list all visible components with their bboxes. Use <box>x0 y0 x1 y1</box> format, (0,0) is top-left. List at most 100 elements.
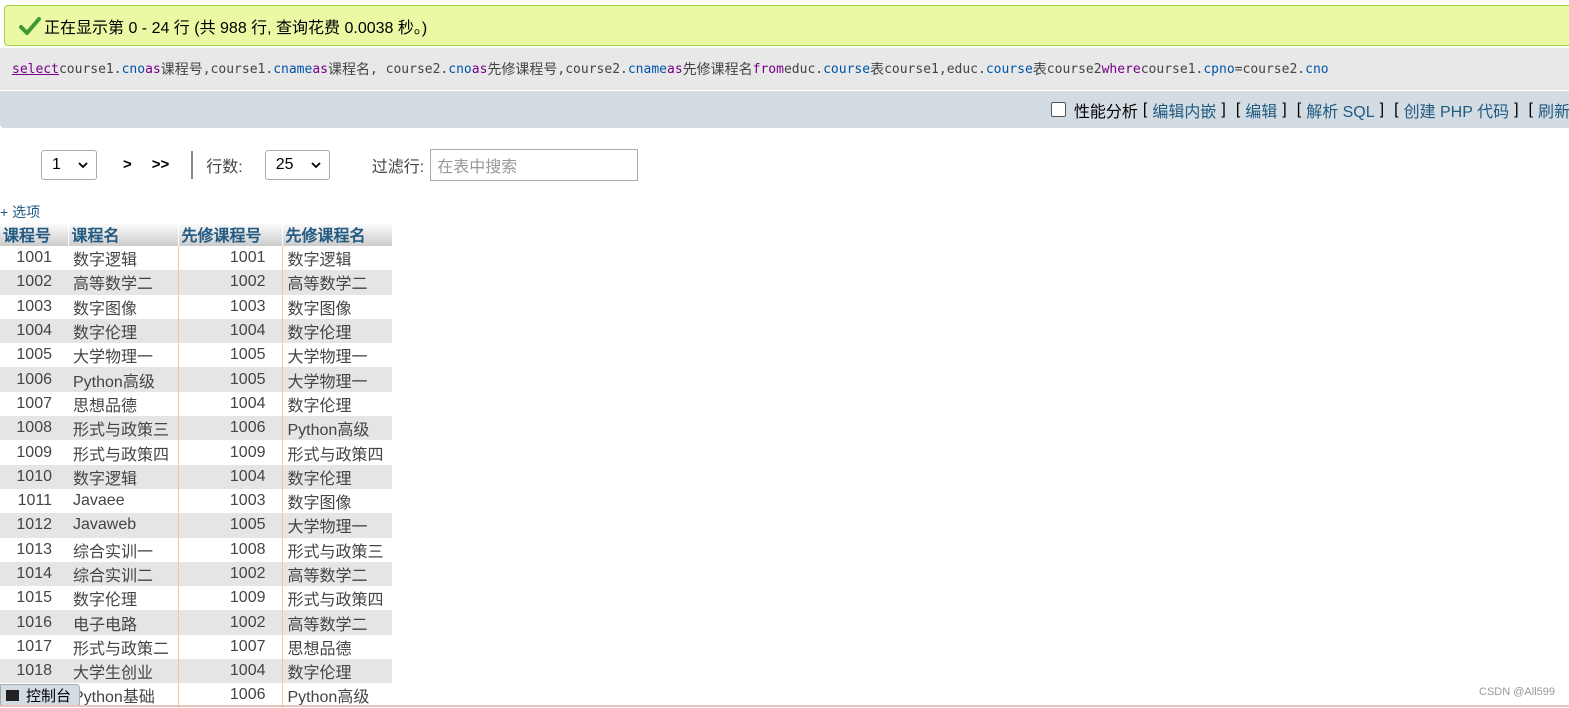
next-page-button[interactable]: > <box>123 156 132 173</box>
table-row[interactable]: 1003 数字图像 1003 数字图像 <box>0 294 392 319</box>
table-row[interactable]: 1012 Javaweb 1005 大学物理一 <box>0 513 392 538</box>
success-message-text: 正在显示第 0 - 24 行 (共 988 行, 查询花费 0.0038 秒。) <box>44 19 428 37</box>
bracket: ] <box>1514 100 1519 118</box>
sql-token: 表 <box>870 62 885 78</box>
table-row[interactable]: 1006 Python高级 1005 大学物理一 <box>0 367 392 392</box>
table-row[interactable]: 1015 数字伦理 1009 形式与政策四 <box>0 586 392 611</box>
cell-pre-cno: 1004 <box>178 464 282 489</box>
sql-token: as <box>145 61 161 77</box>
cell-pre-cno: 1003 <box>229 492 266 510</box>
cell-cno: 1004 <box>0 318 68 344</box>
cell-cname: 数字伦理 <box>68 586 179 611</box>
options-toggle-link[interactable]: + 选项 <box>0 202 40 222</box>
sql-token: course <box>823 61 871 77</box>
cell-cname: Javaee <box>68 488 179 514</box>
column-header-pre-cno[interactable]: 先修课程号 <box>178 222 283 246</box>
table-row[interactable]: 1004 数字伦理 1004 数字伦理 <box>0 318 392 344</box>
refresh-link[interactable]: 刷新 <box>1538 98 1569 122</box>
edit-inline-link[interactable]: 编辑内嵌 <box>1152 98 1216 122</box>
filter-label: 过滤行: <box>371 158 425 176</box>
sql-token: cno <box>448 61 472 77</box>
table-row[interactable]: 1011 Javaee 1003 数字图像 <box>0 488 392 514</box>
sql-token: cname <box>273 61 313 77</box>
last-page-button[interactable]: >> <box>152 156 170 173</box>
sql-token[interactable]: select <box>12 62 59 77</box>
table-row[interactable]: 1010 数字逻辑 1004 数字伦理 <box>0 464 392 489</box>
cell-pre-cno: 1002 <box>178 270 282 295</box>
sql-token: cno <box>121 61 146 77</box>
bracket: [ <box>1296 100 1302 118</box>
bracket: [ <box>1142 100 1148 118</box>
cell-cno: 1005 <box>16 346 52 364</box>
table-row[interactable]: 1014 综合实训二 1002 高等数学二 <box>0 561 392 587</box>
sql-token: 表 <box>1032 62 1047 78</box>
cell-pre-cno: 1003 <box>229 297 266 315</box>
filter-search-input[interactable]: 在表中搜索 <box>430 148 639 181</box>
rows-per-page-select[interactable]: 25 <box>264 149 330 180</box>
cell-pre-cname: 大学物理一 <box>281 343 392 368</box>
cell-pre-cname: 高等数学二 <box>281 561 392 587</box>
sql-token: ,course1. <box>202 61 274 77</box>
table-row[interactable]: 1007 思想品德 1004 数字伦理 <box>0 391 392 417</box>
cell-pre-cno: 1005 <box>178 367 282 392</box>
console-button[interactable]: 控制台 <box>0 684 80 707</box>
page-select[interactable]: 1 <box>41 149 97 180</box>
checkmark-icon <box>19 16 41 35</box>
rows-select-value: 25 <box>275 155 294 173</box>
table-row[interactable]: 1016 电子电路 1002 高等数学二 <box>0 610 392 635</box>
cell-cno: 1015 <box>16 589 52 607</box>
chevron-down-icon <box>311 161 321 168</box>
bracket: [ <box>1394 100 1399 118</box>
cell-pre-cno: 1005 <box>229 346 266 364</box>
column-header-cname[interactable]: 课程名 <box>68 222 179 246</box>
cell-cname: 形式与政策四 <box>68 440 179 465</box>
table-body: 1001 数字逻辑 1001 数字逻辑 1002 高等数学二 1002 高等数学二 1003 数字… <box>0 246 392 708</box>
create-php-link[interactable]: 创建 PHP 代码 <box>1404 98 1510 122</box>
sql-query-display[interactable]: select course1. cno as 课程号 ,course1. cname … <box>0 48 1569 90</box>
cell-pre-cname: Python高级 <box>281 416 392 441</box>
cell-cname: 综合实训二 <box>68 561 179 587</box>
sql-token: course1. <box>58 61 122 77</box>
cell-pre-cname: 思想品德 <box>281 634 392 660</box>
cell-cname: 电子电路 <box>68 610 179 635</box>
column-header-cno[interactable]: 课程号 <box>0 222 69 246</box>
cell-pre-cno: 1006 <box>178 416 282 441</box>
profiling-checkbox[interactable] <box>1050 102 1066 117</box>
bracket: ] <box>1221 100 1226 118</box>
cell-pre-cname: 大学物理一 <box>281 367 392 392</box>
divider <box>191 150 194 179</box>
cell-pre-cno: 1004 <box>229 394 266 412</box>
cell-pre-cno: 1009 <box>229 443 266 461</box>
sql-token: 课程号 <box>160 62 203 78</box>
bracket: ] <box>1379 100 1385 118</box>
sql-token: 课程名 <box>327 62 370 78</box>
table-row[interactable]: 1001 数字逻辑 1001 数字逻辑 <box>0 246 392 271</box>
table-row[interactable]: 1018 大学生创业 1004 数字伦理 <box>0 659 392 684</box>
table-row[interactable]: 1008 形式与政策三 1006 Python高级 <box>0 416 392 441</box>
table-row[interactable]: 1005 大学物理一 1005 大学物理一 <box>0 343 392 368</box>
sql-token: 先修课程号 <box>487 62 558 78</box>
query-tools-bar: 性能分析 [编辑内嵌] [编辑] [解析 SQL] [创建 PHP 代码] [刷… <box>0 91 1569 128</box>
table-row[interactable]: 1002 高等数学二 1002 高等数学二 <box>0 270 392 295</box>
column-header-pre-cname[interactable]: 先修课程名 <box>282 222 393 246</box>
cell-pre-cno: 1002 <box>178 561 282 587</box>
table-row[interactable]: 1013 综合实训一 1008 形式与政策三 <box>0 537 392 562</box>
sql-token: educ. <box>783 61 824 77</box>
table-row[interactable]: 1017 形式与政策二 1007 思想品德 <box>0 634 392 660</box>
cell-pre-cno: 1008 <box>229 540 266 558</box>
sql-token: as <box>312 61 328 77</box>
cell-cname: 数字逻辑 <box>68 464 179 489</box>
cell-pre-cno: 1004 <box>178 659 282 684</box>
sql-token: as <box>471 61 488 77</box>
bracket: [ <box>1235 100 1241 118</box>
explain-sql-link[interactable]: 解析 SQL <box>1306 98 1374 122</box>
profiling-label[interactable]: 性能分析 <box>1074 98 1138 122</box>
success-message-bar: 正在显示第 0 - 24 行 (共 988 行, 查询花费 0.0038 秒。) <box>4 5 1569 46</box>
cell-cno: 1010 <box>0 464 68 489</box>
cell-pre-cname: 数字逻辑 <box>281 246 392 271</box>
cell-cno: 1017 <box>16 637 52 655</box>
edit-link[interactable]: 编辑 <box>1245 98 1277 122</box>
cell-pre-cno: 1005 <box>178 513 282 538</box>
table-row[interactable]: 1009 形式与政策四 1009 形式与政策四 <box>0 440 392 465</box>
cell-cname: Python基础 <box>68 683 179 708</box>
